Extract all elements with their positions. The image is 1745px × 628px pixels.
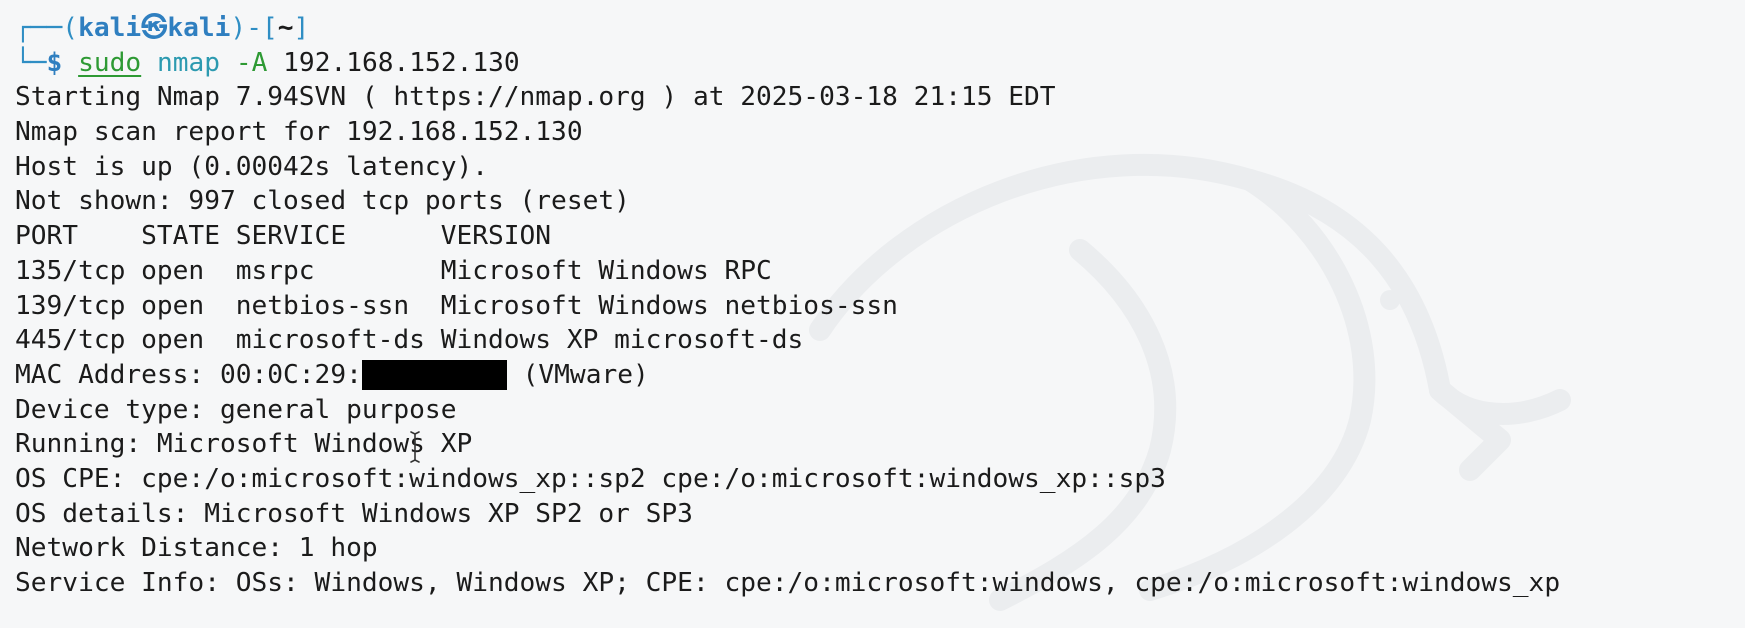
command-nmap: nmap (156, 47, 221, 78)
command-target: 192.168.152.130 (283, 47, 520, 78)
prompt-bracket-close: ] (293, 13, 310, 43)
output-running: Running: Microsoft Windows XP (15, 429, 473, 460)
output-os-details: OS details: Microsoft Windows XP SP2 or … (15, 498, 693, 529)
output-port-header: PORT STATE SERVICE VERSION (15, 221, 552, 252)
prompt-dollar: $ (46, 47, 63, 78)
command-line[interactable]: └─$ sudo nmap -A 192.168.152.130 (15, 46, 1745, 81)
prompt-corner: └─ (15, 47, 47, 78)
output-port-row: 135/tcp open msrpc Microsoft Windows RPC (15, 255, 772, 286)
text-cursor-icon (410, 431, 420, 463)
prompt-user: kali (78, 13, 142, 43)
prompt-bracket-open: ┌──( (15, 13, 79, 43)
output-service-info: Service Info: OSs: Windows, Windows XP; … (15, 568, 1561, 598)
output-mac-address: MAC Address: 00:0C:29: (VMware) (15, 358, 1745, 393)
prompt-host: kali (167, 13, 231, 43)
output-not-shown: Not shown: 997 closed tcp ports (reset) (15, 186, 630, 217)
output-os-cpe: OS CPE: cpe:/o:microsoft:windows_xp::sp2… (15, 463, 1166, 494)
terminal-output: ┌──(kali㉿kali)-[~] └─$ sudo nmap -A 192.… (15, 11, 1745, 601)
command-flag: -A (235, 47, 268, 78)
mac-address-vendor: (VMware) (506, 359, 649, 390)
output-scan-report: Nmap scan report for 192.168.152.130 (15, 117, 583, 148)
command-sudo: sudo (78, 47, 142, 78)
prompt-directory: ~ (277, 13, 294, 43)
prompt-bracket-mid: )-[ (230, 13, 278, 43)
output-starting: Starting Nmap 7.94SVN ( https://nmap.org… (15, 82, 1056, 113)
prompt-at-icon: ㉿ (141, 13, 168, 43)
output-port-row: 139/tcp open netbios-ssn Microsoft Windo… (15, 290, 898, 321)
prompt-line-top: ┌──(kali㉿kali)-[~] (15, 11, 1745, 46)
output-device-type: Device type: general purpose (15, 394, 457, 425)
redaction-box (361, 359, 507, 390)
output-host-up: Host is up (0.00042s latency). (15, 151, 488, 182)
output-network-distance: Network Distance: 1 hop (15, 533, 378, 564)
output-port-row: 445/tcp open microsoft-ds Windows XP mic… (15, 325, 804, 356)
terminal-window[interactable]: ┌──(kali㉿kali)-[~] └─$ sudo nmap -A 192.… (0, 0, 1745, 628)
mac-address-prefix: MAC Address: 00:0C:29: (15, 359, 362, 390)
